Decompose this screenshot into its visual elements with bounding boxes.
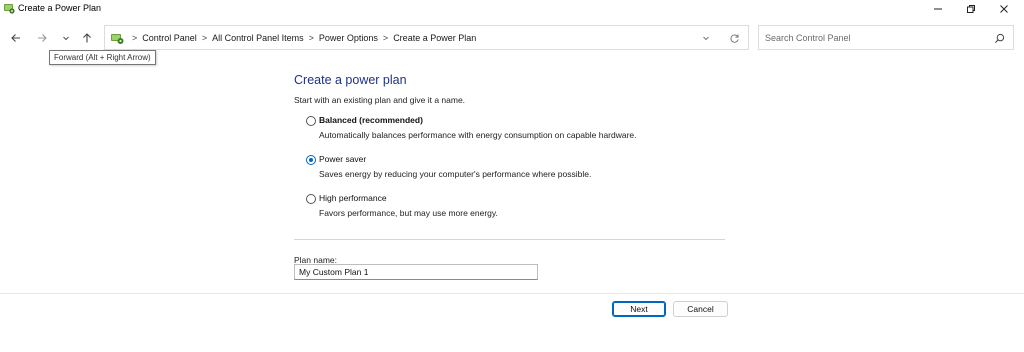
power-saver-label[interactable]: Power saver xyxy=(319,154,366,164)
breadcrumb-separator: > xyxy=(132,32,138,43)
close-icon xyxy=(1000,5,1008,13)
page-subtitle: Start with an existing plan and give it … xyxy=(294,95,466,105)
breadcrumb-control-panel[interactable]: Control Panel xyxy=(142,33,197,43)
restore-icon xyxy=(967,5,975,13)
control-panel-icon xyxy=(3,2,15,14)
forward-button[interactable] xyxy=(33,29,51,47)
divider xyxy=(294,239,725,240)
window-title: Create a Power Plan xyxy=(18,3,102,13)
minimize-icon xyxy=(934,8,942,10)
back-button[interactable] xyxy=(7,29,25,47)
address-bar[interactable]: > Control Panel > All Control Panel Item… xyxy=(104,25,749,50)
breadcrumb-separator: > xyxy=(382,32,389,43)
balanced-description: Automatically balances performance with … xyxy=(319,130,637,140)
footer-divider xyxy=(0,293,1024,294)
balanced-label[interactable]: Balanced (recommended) xyxy=(319,115,423,125)
close-button[interactable] xyxy=(987,0,1021,18)
title-bar: Create a Power Plan xyxy=(0,0,1024,18)
arrow-right-icon xyxy=(38,34,47,42)
power-saver-description: Saves energy by reducing your computer's… xyxy=(319,169,592,179)
breadcrumb-all-items[interactable]: All Control Panel Items xyxy=(212,33,304,43)
balanced-radio[interactable] xyxy=(306,116,316,126)
high-performance-radio[interactable] xyxy=(306,194,316,204)
high-performance-label[interactable]: High performance xyxy=(319,193,387,203)
power-saver-radio[interactable] xyxy=(306,155,316,165)
address-dropdown-button[interactable] xyxy=(699,31,713,45)
plan-name-input[interactable] xyxy=(294,264,538,280)
cancel-button[interactable]: Cancel xyxy=(673,301,728,317)
restore-button[interactable] xyxy=(954,0,988,18)
breadcrumb-create-power-plan[interactable]: Create a Power Plan xyxy=(393,33,476,43)
breadcrumb-power-options[interactable]: Power Options xyxy=(319,33,378,43)
control-panel-icon xyxy=(110,31,124,45)
breadcrumb: > Control Panel > All Control Panel Item… xyxy=(127,26,476,49)
refresh-button[interactable] xyxy=(727,31,741,45)
high-performance-description: Favors performance, but may use more ene… xyxy=(319,208,498,218)
forward-tooltip: Forward (Alt + Right Arrow) xyxy=(49,50,156,65)
next-button[interactable]: Next xyxy=(612,301,666,317)
search-box xyxy=(758,25,1014,50)
chevron-down-icon xyxy=(703,36,709,41)
search-icon[interactable] xyxy=(992,31,1006,45)
breadcrumb-separator: > xyxy=(308,32,314,43)
arrow-left-icon xyxy=(11,34,20,42)
minimize-button[interactable] xyxy=(921,0,955,18)
chevron-down-icon xyxy=(63,36,69,41)
search-input[interactable] xyxy=(759,26,984,49)
refresh-icon xyxy=(729,33,739,43)
breadcrumb-separator: > xyxy=(201,32,208,43)
page-title: Create a power plan xyxy=(294,73,407,87)
up-button[interactable] xyxy=(78,29,96,47)
recent-locations-button[interactable] xyxy=(57,29,75,47)
arrow-up-icon xyxy=(83,33,91,43)
